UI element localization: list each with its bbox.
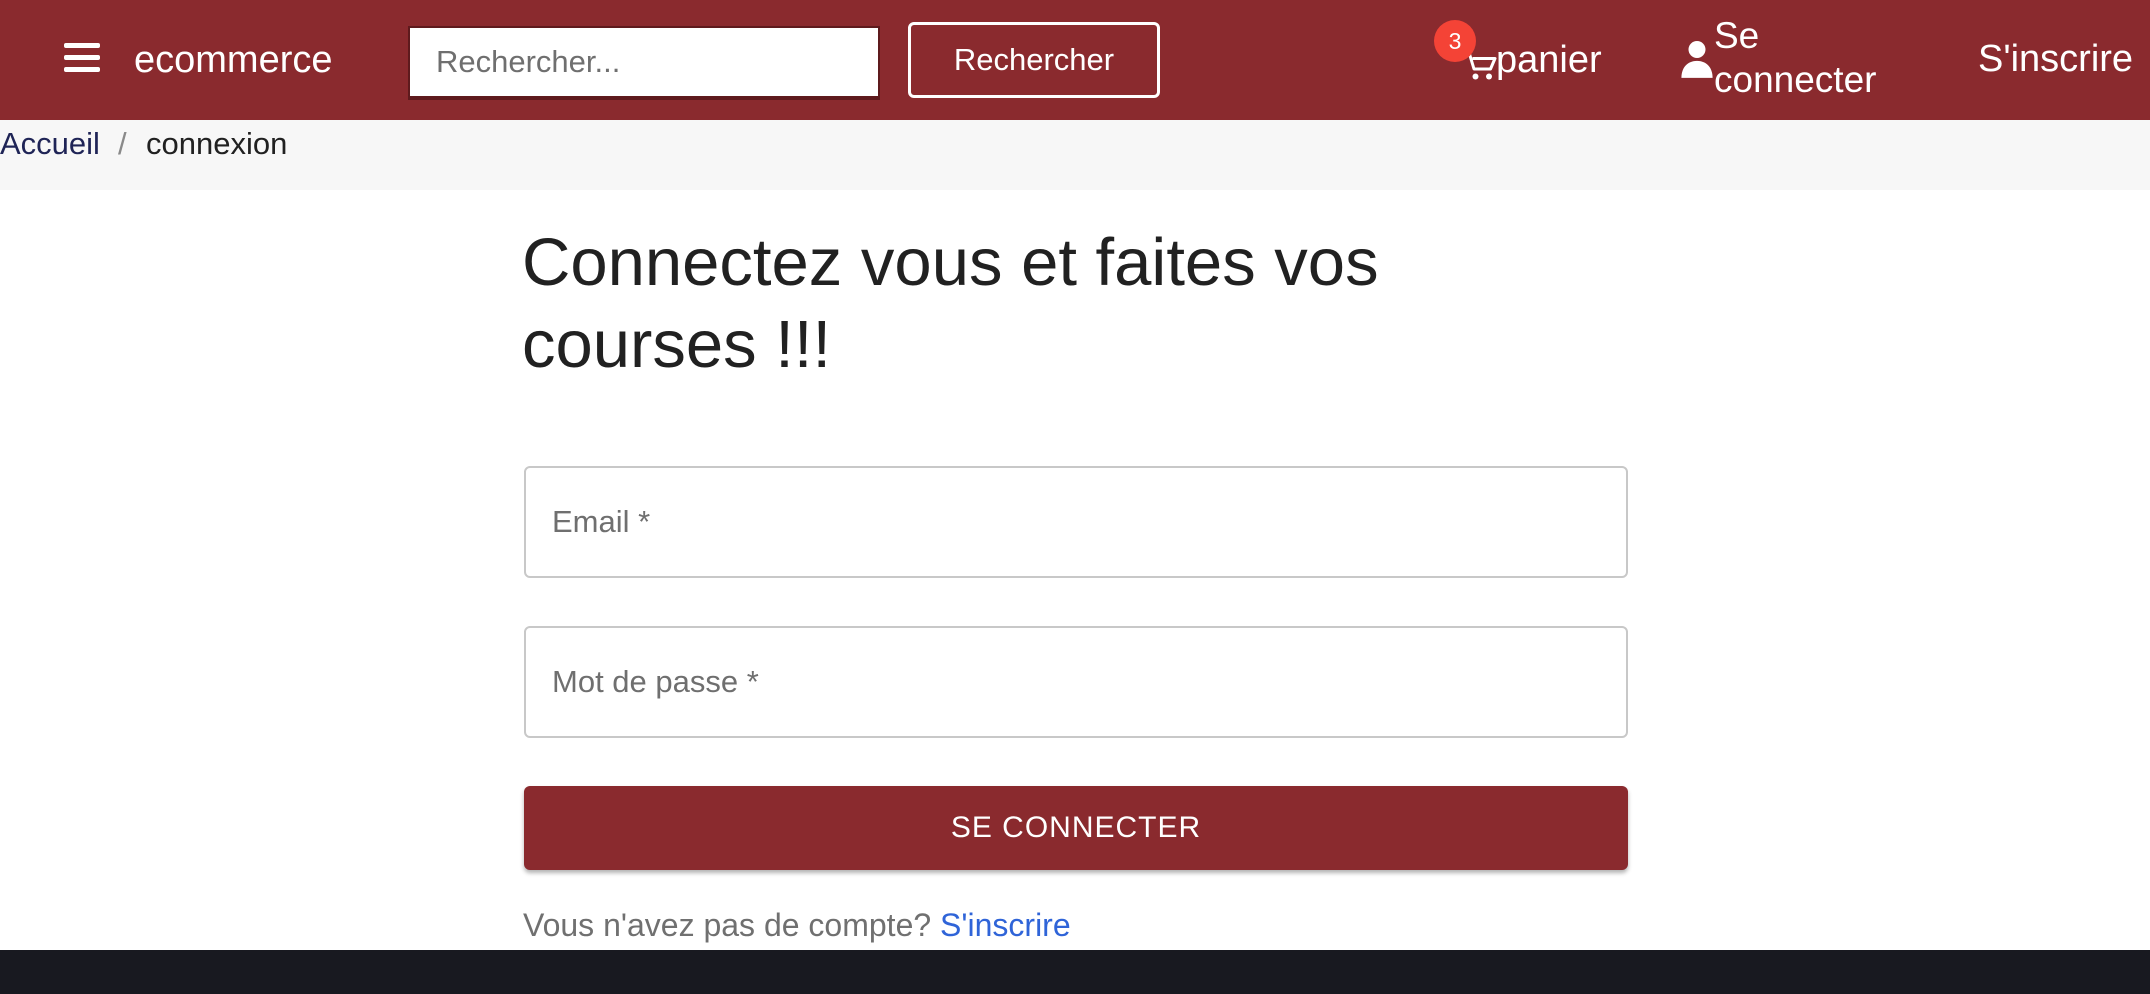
hamburger-menu-icon[interactable] bbox=[64, 43, 100, 77]
signup-nav-link[interactable]: S'inscrire bbox=[1978, 35, 2133, 83]
password-field[interactable] bbox=[524, 626, 1628, 738]
login-label: Se connecter bbox=[1714, 15, 1877, 100]
signup-prompt-text: Vous n'avez pas de compte? bbox=[523, 907, 932, 943]
login-link[interactable]: Se connecter bbox=[1680, 14, 1890, 108]
user-icon bbox=[1681, 41, 1713, 78]
cart-count-badge: 3 bbox=[1434, 20, 1476, 62]
signup-prompt: Vous n'avez pas de compte? S'inscrire bbox=[523, 904, 1071, 946]
cart-label: panier bbox=[1496, 39, 1602, 81]
breadcrumb: Accueil / connexion bbox=[0, 120, 2150, 190]
cart-link[interactable]: 3 panier bbox=[1434, 20, 1612, 100]
page-title: Connectez vous et faites vos courses !!! bbox=[522, 225, 1379, 382]
login-submit-button[interactable]: SE CONNECTER bbox=[524, 786, 1628, 870]
breadcrumb-separator: / bbox=[118, 126, 127, 161]
search-input[interactable] bbox=[408, 26, 880, 100]
breadcrumb-current: connexion bbox=[146, 126, 288, 161]
breadcrumb-home-link[interactable]: Accueil bbox=[0, 124, 100, 164]
email-field[interactable] bbox=[524, 466, 1628, 578]
signup-link[interactable]: S'inscrire bbox=[940, 907, 1071, 943]
top-navbar: ecommerce Rechercher 3 panier Se connect… bbox=[0, 0, 2150, 120]
search-button[interactable]: Rechercher bbox=[908, 22, 1160, 98]
page-footer bbox=[0, 950, 2150, 994]
brand-logo-text[interactable]: ecommerce bbox=[134, 36, 333, 84]
